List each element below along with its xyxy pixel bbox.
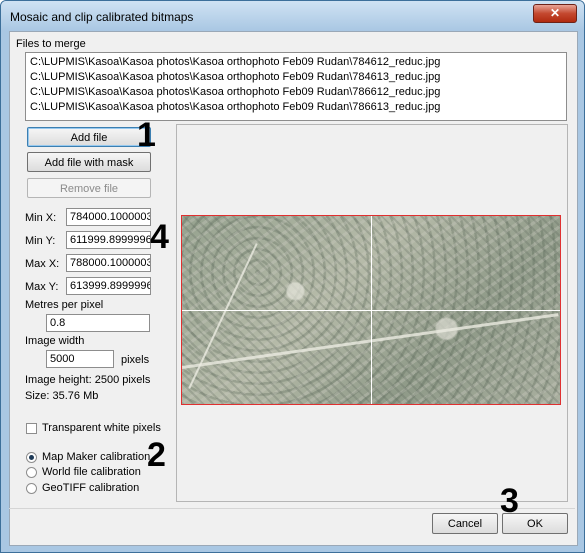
road-line [188, 243, 258, 389]
image-width-label: Image width [25, 335, 85, 347]
files-list[interactable]: C:\LUPMIS\Kasoa\Kasoa photos\Kasoa ortho… [25, 52, 567, 121]
annotation-number-3: 3 [500, 482, 519, 520]
annotation-number-2: 2 [147, 436, 166, 474]
max-x-field[interactable]: 788000.10000038 [66, 254, 151, 272]
list-item[interactable]: C:\LUPMIS\Kasoa\Kasoa photos\Kasoa ortho… [30, 56, 440, 68]
map-maker-label: Map Maker calibration [42, 451, 151, 463]
world-file-label: World file calibration [42, 466, 141, 478]
list-item[interactable]: C:\LUPMIS\Kasoa\Kasoa photos\Kasoa ortho… [30, 86, 440, 98]
min-x-field[interactable]: 784000.10000038 [66, 208, 151, 226]
geotiff-radio[interactable] [26, 483, 37, 494]
metres-per-pixel-field[interactable]: 0.8 [46, 314, 150, 332]
map-maker-radio[interactable] [26, 452, 37, 463]
transparent-white-checkbox[interactable] [26, 423, 37, 434]
max-y-field[interactable]: 613999.89999961 [66, 277, 151, 295]
list-item[interactable]: C:\LUPMIS\Kasoa\Kasoa photos\Kasoa ortho… [30, 71, 440, 83]
world-file-radio[interactable] [26, 467, 37, 478]
tile-boundary-vertical [371, 216, 372, 404]
remove-file-button[interactable]: Remove file [27, 178, 151, 198]
metres-per-pixel-label: Metres per pixel [25, 299, 104, 311]
files-group-label: Files to merge [16, 38, 86, 50]
close-button[interactable]: ✕ [533, 4, 577, 23]
close-icon: ✕ [549, 6, 561, 20]
window-title: Mosaic and clip calibrated bitmaps [10, 10, 194, 24]
footer-divider [9, 508, 575, 509]
size-text: Size: 35.76 Mb [25, 390, 99, 402]
image-height-text: Image height: 2500 pixels [25, 374, 151, 386]
annotation-number-4: 4 [150, 218, 169, 256]
min-y-field[interactable]: 611999.89999961 [66, 231, 151, 249]
min-x-label: Min X: [25, 212, 57, 224]
add-file-with-mask-button[interactable]: Add file with mask [27, 152, 151, 172]
list-item[interactable]: C:\LUPMIS\Kasoa\Kasoa photos\Kasoa ortho… [30, 101, 440, 113]
transparent-white-label: Transparent white pixels [42, 422, 161, 434]
max-y-label: Max Y: [25, 281, 59, 293]
image-width-field[interactable]: 5000 [46, 350, 114, 368]
annotation-number-1: 1 [137, 116, 156, 154]
min-y-label: Min Y: [25, 235, 56, 247]
add-file-button[interactable]: Add file [27, 127, 151, 147]
image-width-unit: pixels [121, 354, 150, 366]
cancel-button[interactable]: Cancel [432, 513, 498, 534]
title-bar[interactable]: Mosaic and clip calibrated bitmaps ✕ [1, 1, 584, 31]
geotiff-label: GeoTIFF calibration [42, 482, 140, 494]
mosaic-preview-image [181, 215, 561, 405]
max-x-label: Max X: [25, 258, 60, 270]
